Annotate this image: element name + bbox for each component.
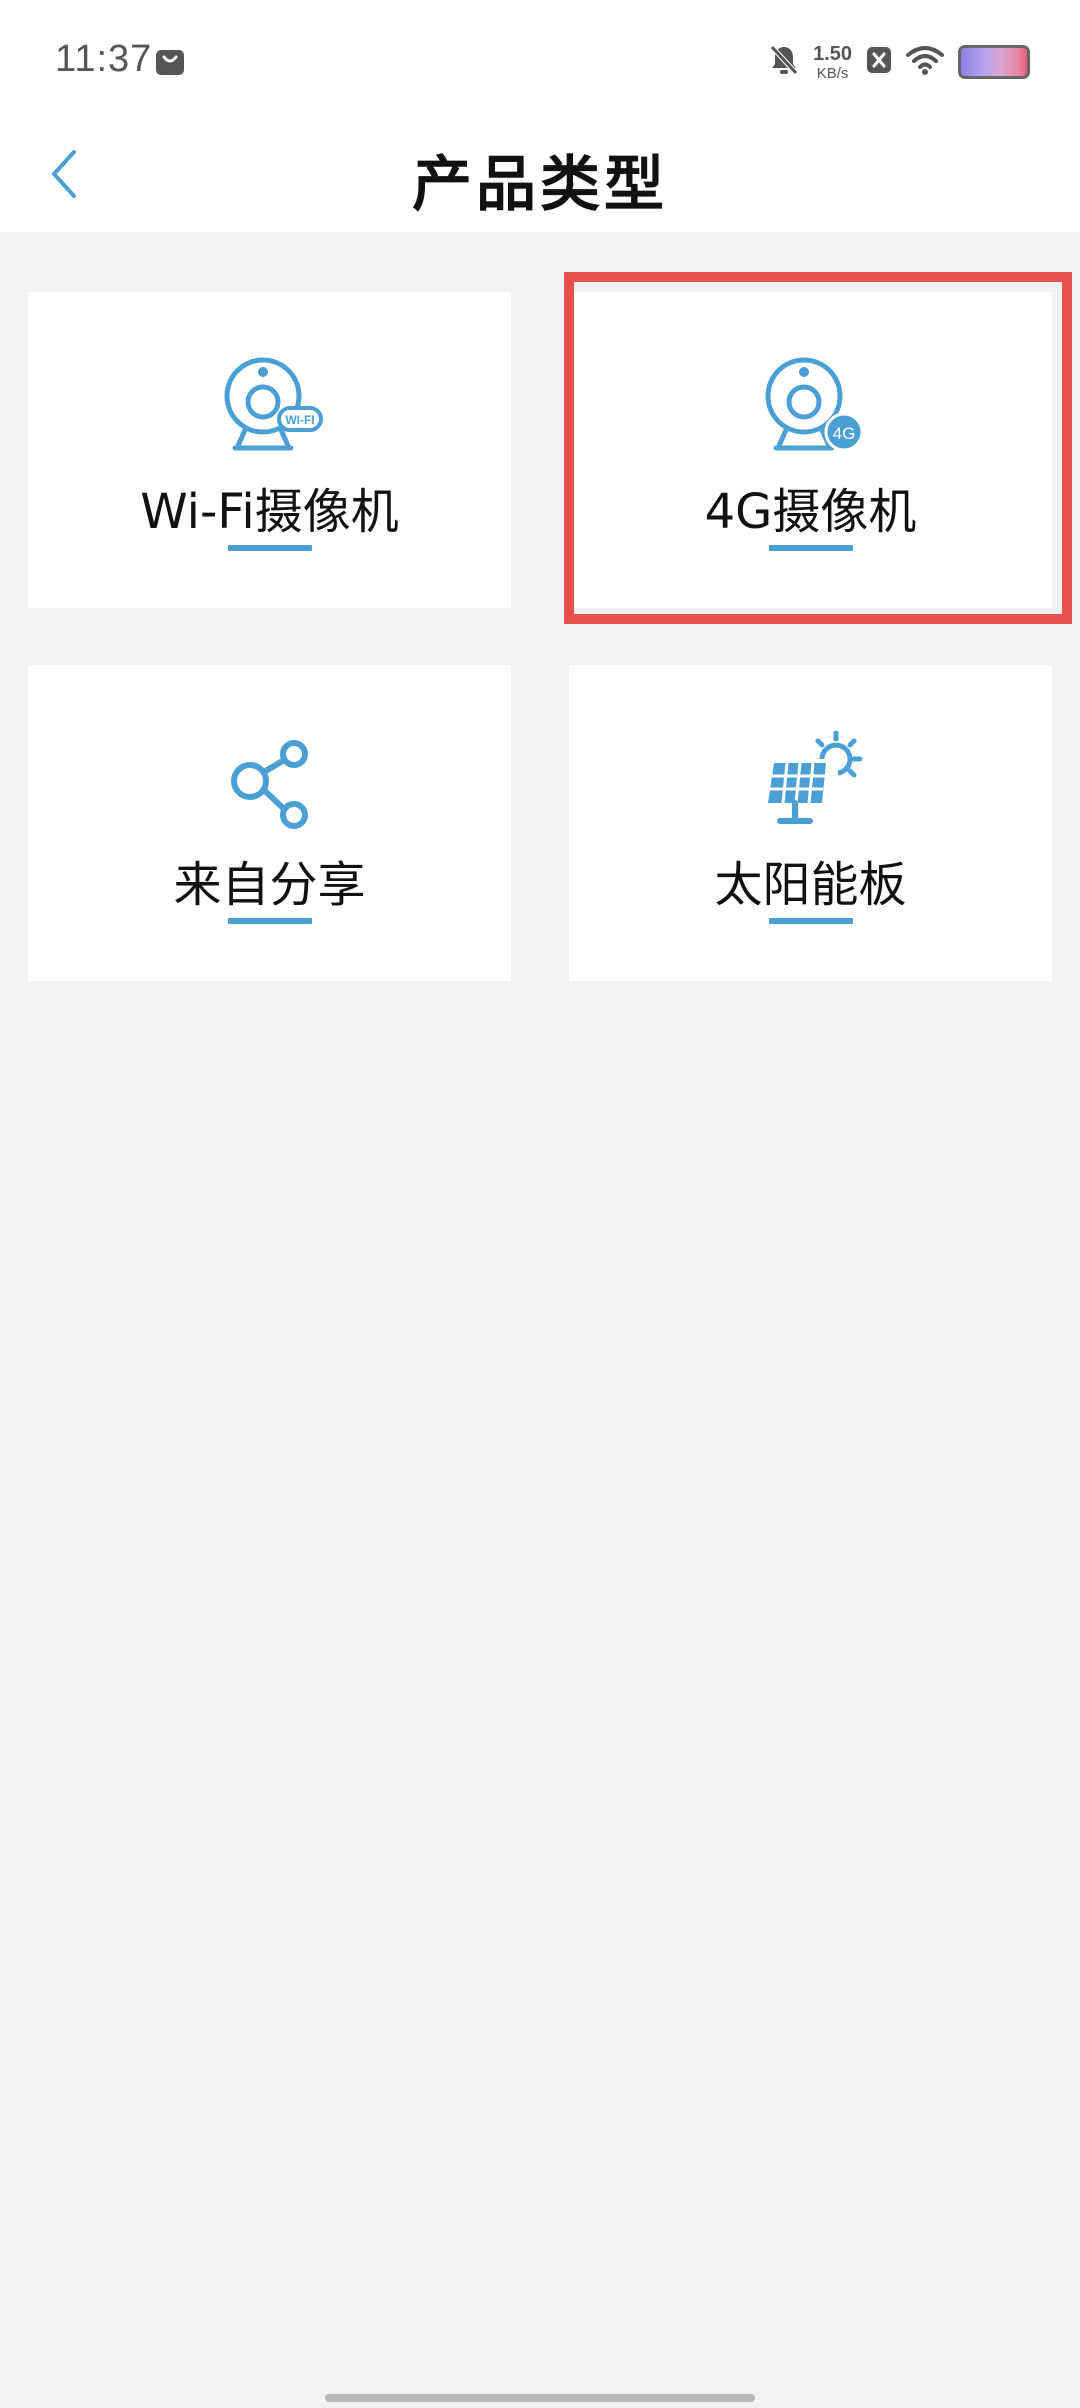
- card-label: Wi-Fi摄像机: [140, 484, 399, 540]
- mute-bell-icon: [769, 44, 799, 80]
- card-underline: [227, 545, 312, 551]
- battery-icon: [958, 45, 1030, 79]
- home-indicator[interactable]: [325, 2394, 755, 2402]
- wifi-badge-text: WI-FI: [285, 413, 314, 427]
- net-speed-unit: KB/s: [816, 64, 849, 82]
- status-icons: 1.50 KB/s: [755, 36, 1030, 88]
- 4g-badge-text: 4G: [832, 424, 855, 443]
- card-label: 太阳能板: [714, 857, 907, 913]
- shopping-bag-icon: [155, 48, 185, 76]
- wifi-icon: [906, 45, 944, 79]
- card-underline: [768, 918, 853, 924]
- page-title: 产品类型: [412, 150, 668, 220]
- solar-panel-icon: [756, 725, 866, 835]
- nav-bar: 产品类型: [0, 120, 1080, 232]
- card-label: 来自分享: [173, 857, 366, 913]
- status-bar: 11:37 1.50 KB/s: [0, 0, 1080, 120]
- wifi-camera-icon: WI-FI: [215, 352, 325, 462]
- net-speed: 1.50 KB/s: [813, 44, 852, 81]
- card-solar-panel[interactable]: 太阳能板: [569, 665, 1052, 981]
- net-speed-value: 1.50: [813, 42, 852, 65]
- card-underline: [227, 918, 312, 924]
- card-label: 4G摄像机: [704, 484, 917, 540]
- x-box-icon: [866, 45, 892, 79]
- card-wifi-camera[interactable]: WI-FI Wi-Fi摄像机: [28, 292, 511, 608]
- card-underline: [768, 545, 853, 551]
- status-time: 11:37: [55, 38, 153, 80]
- 4g-camera-icon: 4G: [756, 352, 866, 462]
- card-from-share[interactable]: 来自分享: [28, 665, 511, 981]
- card-4g-camera[interactable]: 4G 4G摄像机: [569, 292, 1052, 608]
- share-icon: [215, 725, 325, 835]
